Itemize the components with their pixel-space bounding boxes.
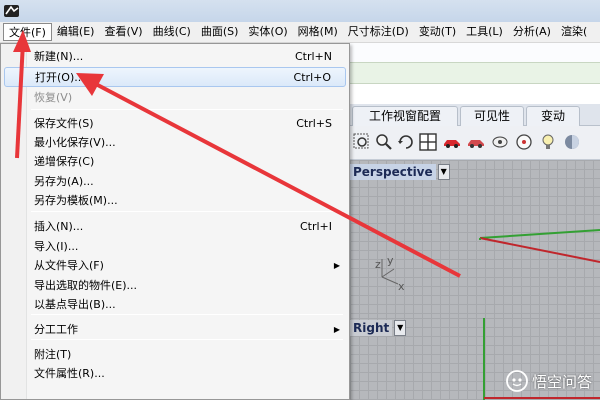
menu-item-label: 保存文件(S) (34, 117, 94, 130)
axis-label-z: z (375, 258, 381, 271)
perspective-dropdown-icon[interactable]: ▼ (437, 164, 450, 180)
menu-item-label: 插入(N)... (34, 220, 84, 233)
target-icon[interactable] (514, 132, 534, 152)
perspective-red-axis (479, 237, 600, 263)
menu-7[interactable]: 尺寸标注(D) (343, 23, 414, 41)
menu-item-label: 另存为模板(M)... (34, 194, 118, 207)
right-viewport-title[interactable]: Right (350, 320, 393, 336)
menu-item-new[interactable]: 新建(N)... Ctrl+N (4, 47, 346, 67)
menu-11[interactable]: 渲染( (556, 23, 592, 41)
axis-label-x: x (398, 280, 405, 293)
menu-item-save-as[interactable]: 另存为(A)... (4, 172, 346, 192)
menu-1[interactable]: 编辑(E) (52, 23, 100, 41)
menu-5[interactable]: 实体(O) (243, 23, 292, 41)
car-icon[interactable] (442, 132, 462, 152)
menu-item-export-selected[interactable]: 导出选取的物件(E)... (4, 276, 346, 296)
menu-item-label: 另存为(A)... (34, 175, 94, 188)
title-bar (0, 0, 600, 22)
viewport-axes (381, 229, 600, 400)
right-viewport-header: Right ▼ (350, 319, 407, 337)
menu-6[interactable]: 网格(M) (293, 23, 343, 41)
watermark-text: 悟空问答 (531, 372, 592, 391)
menu-item-label: 文件属性(R)... (34, 367, 105, 380)
menu-item-shortcut: Ctrl+N (294, 50, 332, 63)
right-dropdown-icon[interactable]: ▼ (394, 320, 407, 336)
menu-item-label: 递增保存(C) (34, 155, 95, 168)
menu-item-import[interactable]: 导入(I)... (4, 237, 346, 257)
watermark: 悟空问答 (506, 370, 592, 392)
menu-item-worksession[interactable]: 分工工作 ▶ (4, 320, 346, 340)
camera-icon[interactable] (490, 132, 510, 152)
menu-8[interactable]: 变动(T) (414, 23, 461, 41)
menu-4[interactable]: 曲面(S) (196, 23, 244, 41)
menu-item-incremental-save[interactable]: 递增保存(C) (4, 152, 346, 172)
rhino-app-icon[interactable] (3, 2, 21, 20)
perspective-viewport-title[interactable]: Perspective (350, 164, 436, 180)
menu-bar: 文件(F) 编辑(E) 查看(V) 曲线(C) 曲面(S) 实体(O) 网格(M) 尺寸标注(… (0, 22, 600, 43)
menu-item-label: 分工工作 (34, 323, 78, 336)
menu-item-file-properties[interactable]: 文件属性(R)... (4, 364, 346, 384)
submenu-arrow-icon: ▶ (333, 261, 340, 270)
menu-item-label: 附注(T) (34, 348, 72, 361)
menu-item-shortcut: Ctrl+I (299, 220, 332, 233)
menu-10[interactable]: 分析(A) (508, 23, 556, 41)
submenu-arrow-icon: ▶ (333, 325, 340, 334)
menu-item-save-small[interactable]: 最小化保存(V)... (4, 133, 346, 153)
wukong-logo-icon (506, 370, 528, 392)
menu-item-shortcut: Ctrl+O (293, 71, 331, 84)
menu-item-label: 新建(N)... (34, 50, 84, 63)
menu-separator (31, 339, 343, 340)
menu-item-export-with-origin[interactable]: 以基点导出(B)... (4, 295, 346, 315)
shade-icon[interactable] (562, 132, 582, 152)
four-viewports-icon[interactable] (418, 132, 438, 152)
world-axis-x (381, 276, 399, 285)
menu-item-notes[interactable]: 附注(T) (4, 345, 346, 365)
zoom-window-icon[interactable] (352, 132, 372, 152)
perspective-viewport-header: Perspective ▼ (350, 163, 450, 181)
light-bulb-icon[interactable] (538, 132, 558, 152)
world-axis-y (381, 268, 395, 278)
menu-item-label: 导出选取的物件(E)... (34, 279, 138, 292)
menu-item-insert[interactable]: 插入(N)... Ctrl+I (4, 217, 346, 237)
menu-item-import-from-file[interactable]: 从文件导入(F) ▶ (4, 256, 346, 276)
menu-item-label: 以基点导出(B)... (34, 298, 116, 311)
menu-item-label: 恢复(V) (34, 91, 73, 104)
tab-viewport-layout[interactable]: 工作视窗配置 (352, 106, 458, 126)
menu-item-label: 从文件导入(F) (34, 259, 104, 272)
menu-0[interactable]: 文件(F) (3, 23, 52, 41)
menu-2[interactable]: 查看(V) (99, 23, 147, 41)
menu-item-label: 打开(O)... (35, 71, 85, 84)
axis-label-y: y (387, 254, 394, 267)
menu-item-save[interactable]: 保存文件(S) Ctrl+S (4, 114, 346, 134)
menu-9[interactable]: 工具(L) (461, 23, 508, 41)
menu-item-label: 最小化保存(V)... (34, 136, 116, 149)
file-menu-dropdown: 新建(N)... Ctrl+N 打开(O)... Ctrl+O 恢复(V) 保存文件(S)… (0, 43, 350, 400)
car-mirror-icon[interactable] (466, 132, 486, 152)
icon-toolbar (350, 126, 600, 160)
menu-item-open[interactable]: 打开(O)... Ctrl+O (4, 67, 346, 87)
rotate-view-icon[interactable] (396, 132, 416, 152)
tab-transform[interactable]: 变动 (526, 106, 580, 126)
menu-3[interactable]: 曲线(C) (148, 23, 196, 41)
menu-item-label: 导入(I)... (34, 240, 79, 253)
menu-item-recover[interactable]: 恢复(V) (4, 88, 346, 108)
menu-separator (31, 211, 343, 212)
zoom-icon[interactable] (374, 132, 394, 152)
menu-separator (31, 314, 343, 315)
perspective-green-axis (479, 229, 600, 239)
toolbar-tab-row: 工作视窗配置 可见性 变动 (350, 104, 600, 126)
menu-item-shortcut: Ctrl+S (296, 117, 332, 130)
menu-item-save-as-template[interactable]: 另存为模板(M)... (4, 191, 346, 211)
menu-separator (31, 109, 343, 110)
tab-visibility[interactable]: 可见性 (460, 106, 524, 126)
